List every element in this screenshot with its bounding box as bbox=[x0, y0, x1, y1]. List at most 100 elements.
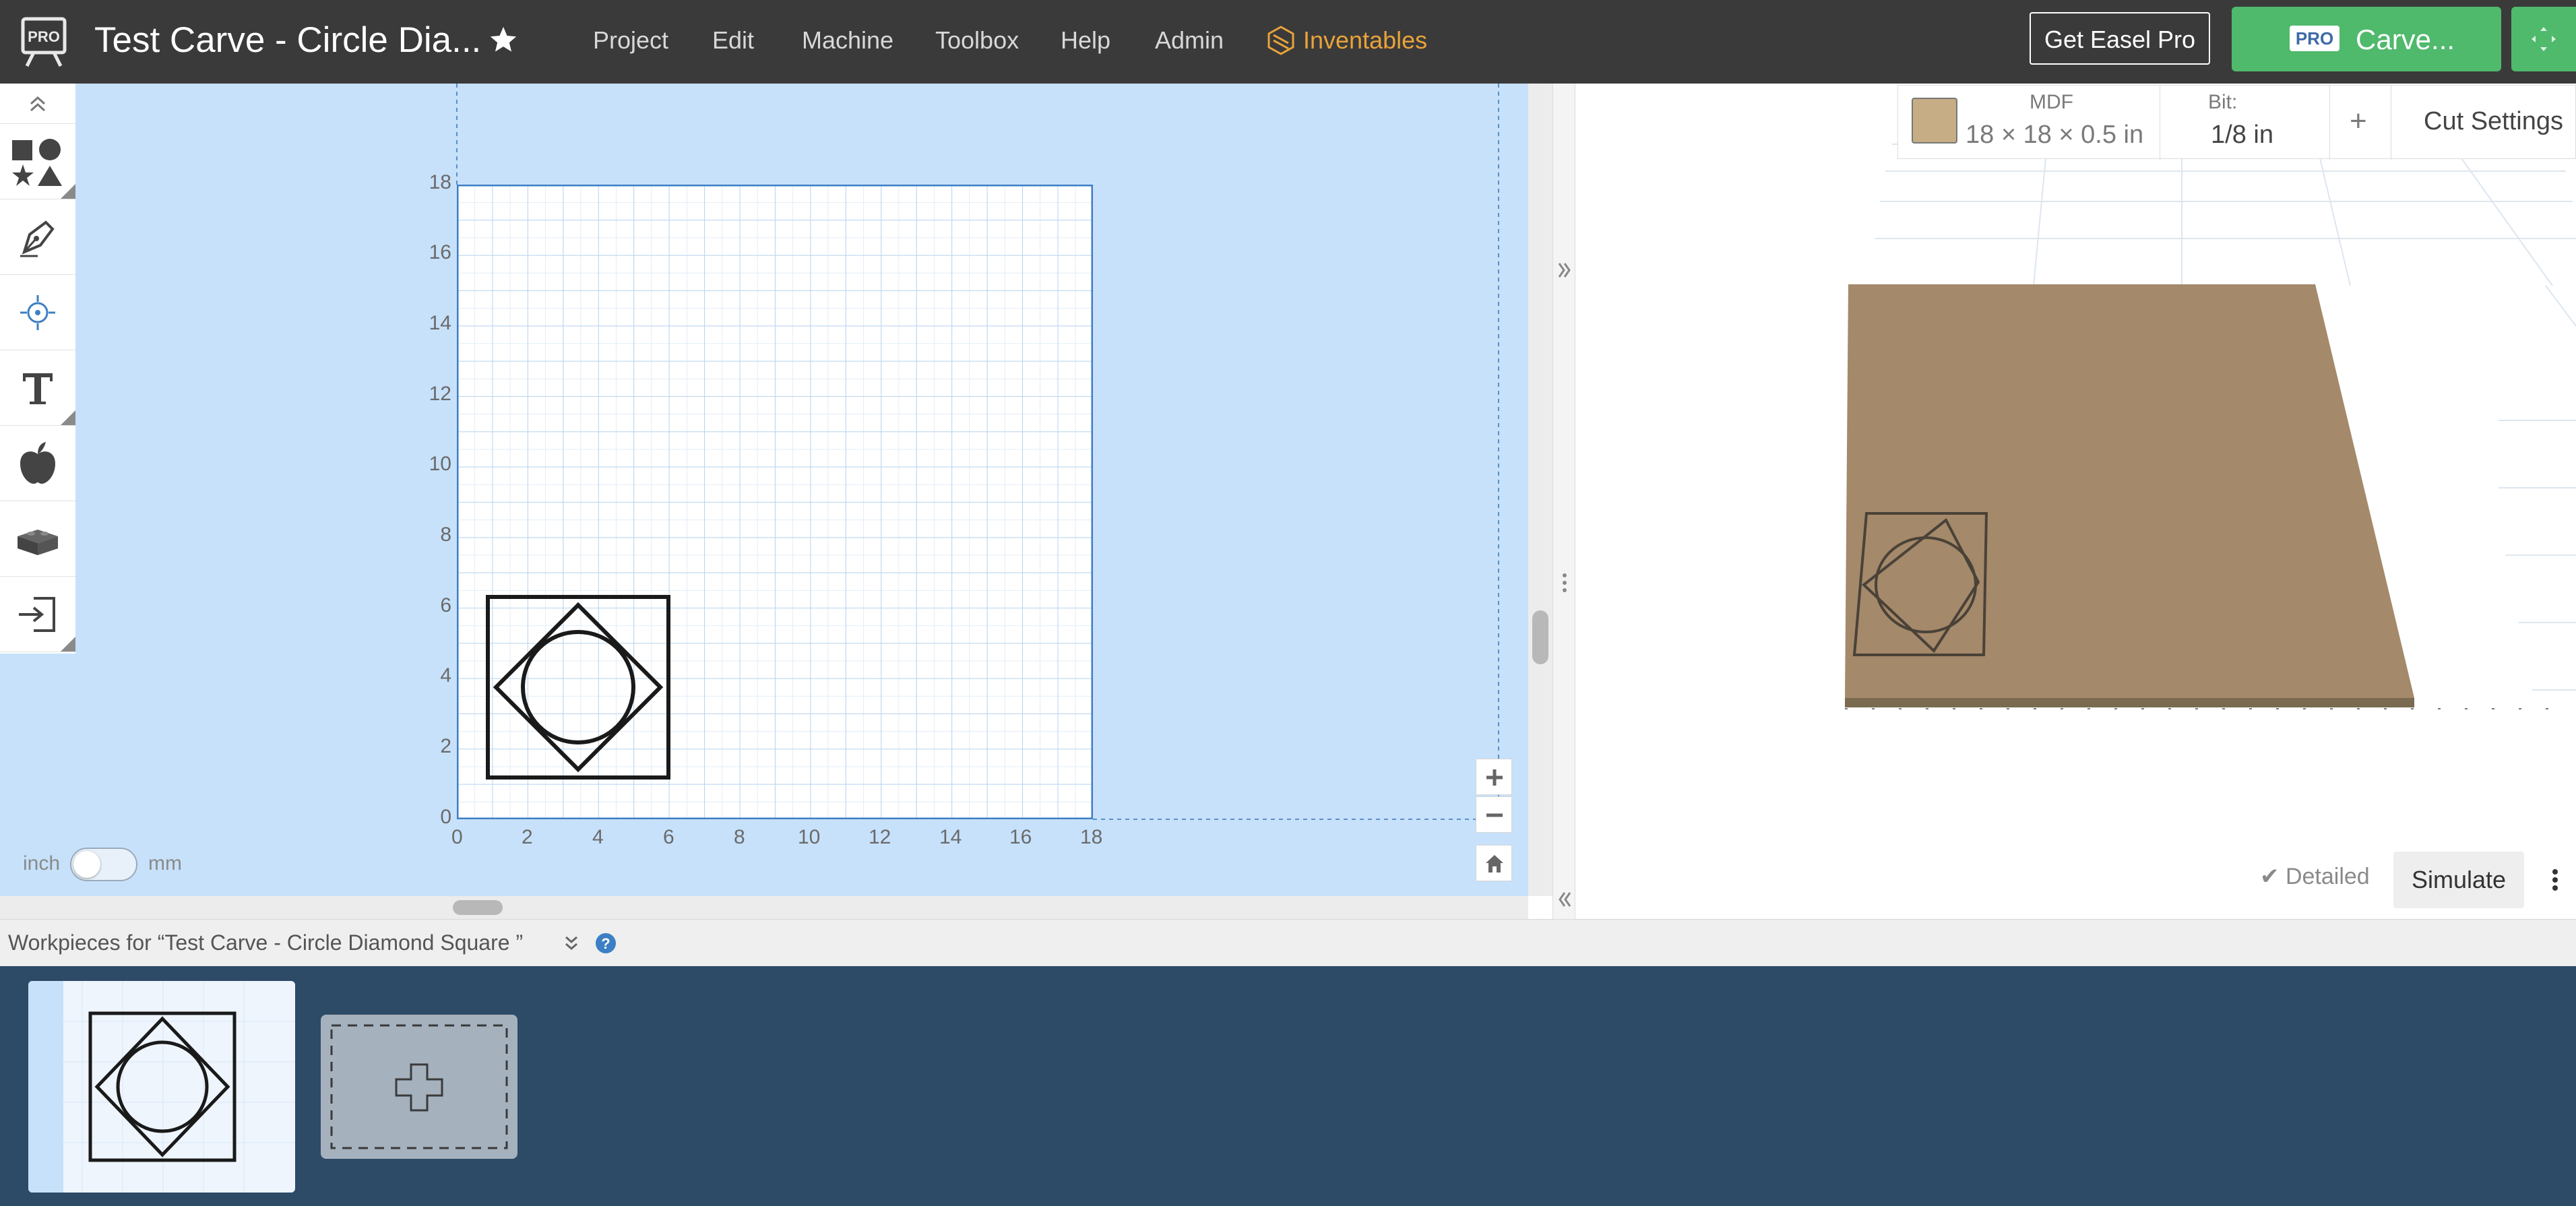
menu-toolbox[interactable]: Toolbox bbox=[935, 24, 1019, 57]
carve-label: Carve... bbox=[2356, 24, 2455, 55]
x-tick: 12 bbox=[869, 826, 891, 848]
x-tick: 10 bbox=[798, 826, 821, 848]
x-tick: 6 bbox=[663, 826, 674, 848]
y-tick: 14 bbox=[429, 312, 451, 334]
y-tick: 10 bbox=[429, 453, 451, 475]
y-tick: 18 bbox=[429, 171, 451, 193]
workpiece-thumbnail[interactable] bbox=[28, 981, 295, 1193]
left-toolbar bbox=[0, 84, 75, 654]
x-tick: 8 bbox=[734, 826, 745, 848]
y-tick: 0 bbox=[440, 806, 451, 828]
pen-tool[interactable] bbox=[0, 199, 75, 275]
panel-splitter[interactable] bbox=[1552, 84, 1575, 919]
divider bbox=[2329, 86, 2330, 160]
minus-icon bbox=[1486, 813, 1503, 817]
easel-logo-icon[interactable]: PRO bbox=[20, 16, 67, 67]
tool-submenu-corner bbox=[61, 637, 75, 652]
home-icon bbox=[1486, 855, 1503, 872]
material-panel[interactable]: MDF 18 × 18 × 0.5 in Bit: 1/8 in + Cut S… bbox=[1897, 85, 2576, 160]
text-icon bbox=[23, 373, 53, 404]
cut-settings-button[interactable]: Cut Settings bbox=[2424, 106, 2563, 137]
y-tick: 8 bbox=[440, 523, 451, 546]
3d-block-icon bbox=[18, 530, 58, 555]
material-grid[interactable] bbox=[456, 184, 1094, 820]
inventables-logo-icon[interactable] bbox=[1267, 26, 1295, 55]
menu-admin[interactable]: Admin bbox=[1155, 24, 1224, 57]
material-dimensions[interactable]: 18 × 18 × 0.5 in bbox=[1966, 119, 2143, 150]
board-edge bbox=[1845, 698, 2414, 707]
shapes-icon bbox=[12, 139, 62, 186]
material-swatch[interactable] bbox=[1912, 98, 1957, 144]
x-axis: 0 2 4 6 8 10 12 14 16 18 bbox=[438, 826, 1125, 850]
menu-machine[interactable]: Machine bbox=[802, 24, 893, 57]
material-name: MDF bbox=[2030, 91, 2073, 113]
more-options-button[interactable] bbox=[2543, 856, 2567, 904]
drag-handle-icon[interactable] bbox=[1562, 573, 1567, 593]
double-chevron-down-icon[interactable] bbox=[563, 933, 579, 953]
carve-button[interactable]: PRO Carve... bbox=[2232, 7, 2501, 71]
apps-tool[interactable] bbox=[0, 501, 75, 577]
simulate-button[interactable]: Simulate bbox=[2393, 852, 2524, 908]
pen-icon bbox=[20, 220, 55, 257]
add-bit-button[interactable]: + bbox=[2350, 106, 2367, 137]
double-chevron-right-icon[interactable] bbox=[1557, 260, 1572, 280]
kebab-menu-icon bbox=[2552, 869, 2558, 891]
tool-submenu-corner bbox=[61, 184, 75, 199]
logo-badge: PRO bbox=[28, 28, 60, 45]
bit-value[interactable]: 1/8 in bbox=[2211, 119, 2273, 150]
help-icon[interactable]: ? bbox=[594, 932, 617, 955]
checkmark-icon: ✔ bbox=[2260, 864, 2280, 889]
collapse-toolbar-button[interactable] bbox=[0, 84, 75, 124]
y-axis: 18 16 14 12 10 8 6 4 2 0 bbox=[404, 171, 451, 831]
menu-edit[interactable]: Edit bbox=[712, 24, 754, 57]
star-icon[interactable] bbox=[488, 24, 519, 55]
x-tick: 4 bbox=[592, 826, 604, 848]
x-tick: 0 bbox=[451, 826, 463, 848]
y-tick: 6 bbox=[440, 594, 451, 616]
3d-preview[interactable] bbox=[1575, 84, 2576, 919]
get-easel-pro-button[interactable]: Get Easel Pro bbox=[2030, 12, 2210, 65]
home-view-button[interactable] bbox=[1476, 845, 1512, 881]
toggle-knob bbox=[73, 851, 100, 878]
menu-inventables[interactable]: Inventables bbox=[1303, 24, 1427, 57]
y-tick: 4 bbox=[440, 664, 451, 687]
fullscreen-button[interactable] bbox=[2511, 7, 2576, 71]
tool-submenu-corner bbox=[61, 410, 75, 425]
double-chevron-left-icon[interactable] bbox=[1557, 889, 1572, 910]
board-top bbox=[1845, 284, 2414, 698]
point-tool[interactable] bbox=[0, 275, 75, 350]
shapes-tool[interactable] bbox=[0, 124, 75, 199]
add-workpiece-button[interactable] bbox=[321, 1015, 517, 1159]
canvas-horizontal-scrollbar[interactable] bbox=[0, 896, 1528, 919]
top-bar: PRO Test Carve - Circle Dia... Project E… bbox=[0, 0, 2576, 84]
workpieces-bar: Workpieces for “Test Carve - Circle Diam… bbox=[0, 919, 2576, 966]
bit-label: Bit: bbox=[2208, 91, 2238, 113]
y-tick: 2 bbox=[440, 735, 451, 757]
project-title[interactable]: Test Carve - Circle Dia... bbox=[94, 15, 481, 66]
horizontal-scroll-thumb[interactable] bbox=[453, 900, 503, 915]
import-icon bbox=[19, 597, 55, 632]
svg-text:?: ? bbox=[601, 935, 610, 952]
zoom-out-button[interactable] bbox=[1476, 796, 1512, 833]
pro-badge: PRO bbox=[2290, 26, 2339, 51]
text-tool[interactable] bbox=[0, 350, 75, 426]
x-tick: 16 bbox=[1009, 826, 1032, 848]
crosshair-icon bbox=[20, 295, 55, 330]
x-tick: 18 bbox=[1080, 826, 1103, 848]
icon-library-tool[interactable] bbox=[0, 426, 75, 501]
import-tool[interactable] bbox=[0, 577, 75, 652]
units-mm-label: mm bbox=[148, 852, 182, 875]
y-tick: 12 bbox=[429, 383, 451, 405]
double-chevron-up-icon bbox=[30, 96, 46, 112]
y-tick: 16 bbox=[429, 241, 451, 263]
x-tick: 14 bbox=[939, 826, 962, 848]
canvas-vertical-scrollbar[interactable] bbox=[1528, 84, 1552, 896]
apple-icon bbox=[20, 442, 55, 484]
detailed-toggle[interactable]: ✔ Detailed bbox=[2260, 862, 2370, 891]
menu-project[interactable]: Project bbox=[593, 24, 668, 57]
units-inch-label: inch bbox=[23, 852, 61, 875]
vertical-scroll-thumb[interactable] bbox=[1532, 610, 1548, 664]
menu-help[interactable]: Help bbox=[1061, 24, 1110, 57]
zoom-in-button[interactable] bbox=[1476, 759, 1512, 795]
units-toggle[interactable] bbox=[70, 848, 137, 881]
